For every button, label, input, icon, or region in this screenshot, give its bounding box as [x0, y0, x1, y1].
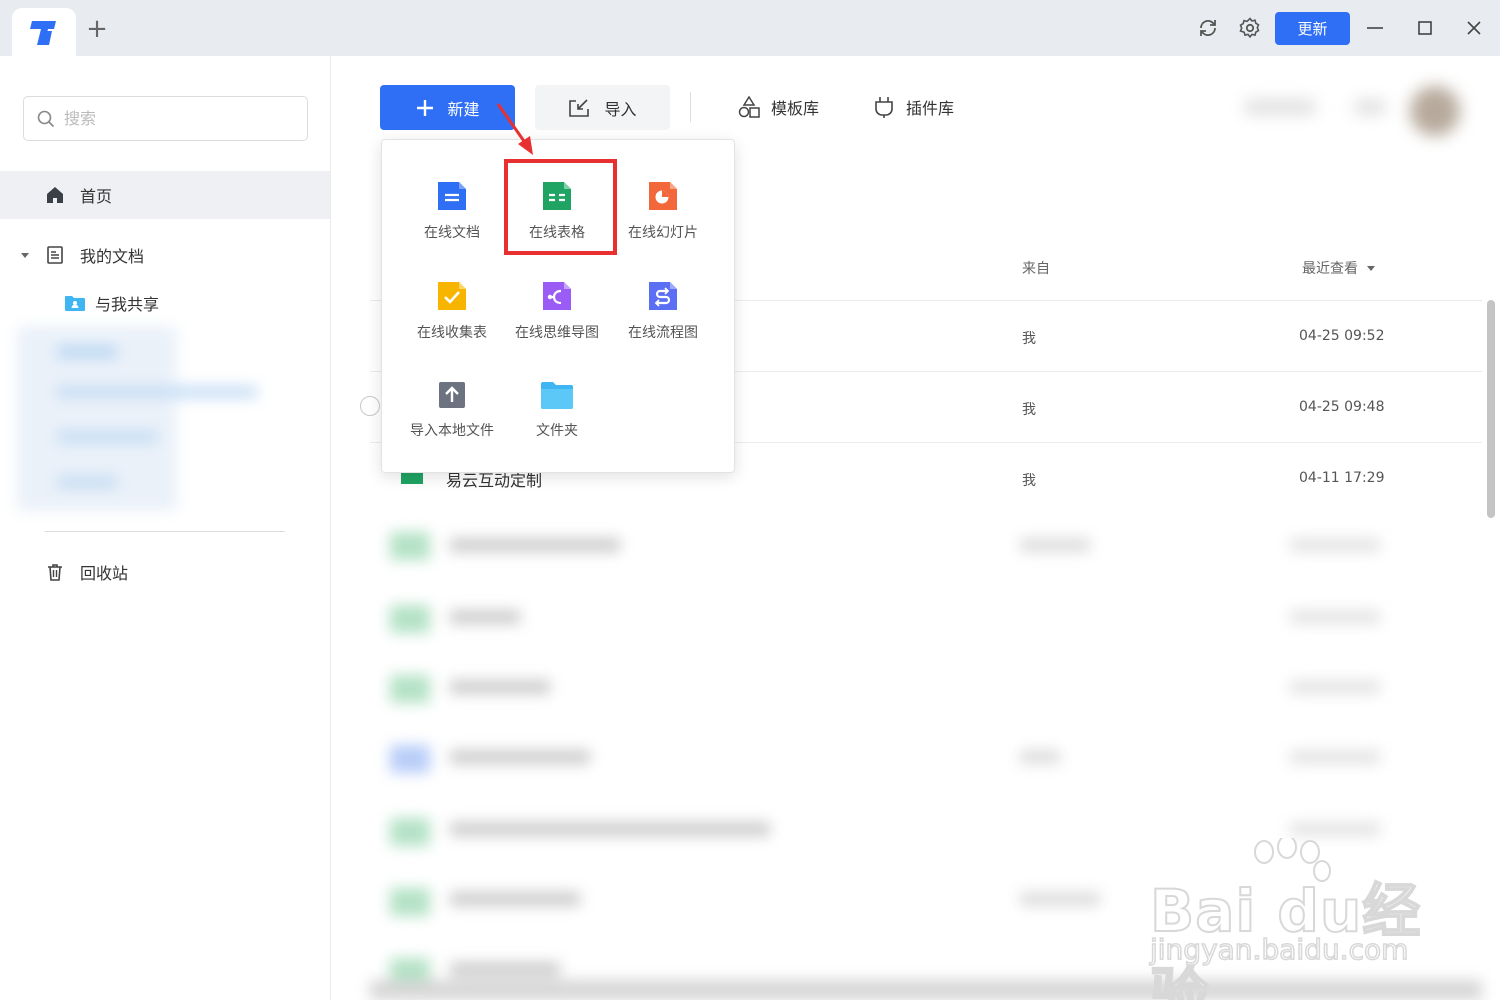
search-box[interactable]	[23, 96, 308, 141]
watermark-brand: Bai du经验	[1149, 876, 1422, 1000]
menu-item-label: 导入本地文件	[410, 423, 494, 439]
sidebar-item-my-docs[interactable]: 我的文档	[19, 243, 144, 267]
sort-down-icon[interactable]	[1366, 263, 1376, 273]
import-icon	[569, 98, 590, 117]
import-button-label: 导入	[604, 99, 637, 119]
menu-item-online-slides[interactable]: 在线幻灯片	[608, 180, 718, 260]
update-button[interactable]: 更新	[1275, 12, 1350, 45]
menu-item-label: 在线幻灯片	[628, 225, 698, 241]
template-shapes-icon	[738, 95, 760, 118]
trash-icon	[48, 564, 62, 581]
slides-icon	[649, 182, 677, 210]
home-icon	[47, 187, 63, 203]
menu-item-online-doc[interactable]: 在线文档	[397, 180, 507, 260]
app-tab[interactable]	[12, 8, 76, 56]
sidebar-divider	[45, 531, 285, 532]
sidebar: 首页 我的文档 与我共享 回收站	[0, 56, 331, 1000]
templates-label: 模板库	[771, 99, 820, 118]
flowchart-icon	[649, 282, 677, 310]
sync-icon[interactable]	[1196, 16, 1220, 40]
document-icon	[47, 246, 63, 264]
close-icon[interactable]	[1462, 16, 1486, 40]
watermark-url: jingyan.baidu.com	[1149, 932, 1409, 967]
chevron-down-icon[interactable]	[19, 249, 31, 261]
search-icon	[37, 110, 55, 128]
menu-item-online-flowchart[interactable]: 在线流程图	[608, 280, 718, 360]
menu-item-label: 在线文档	[424, 225, 480, 241]
row-2-time: 04-25 09:48	[1299, 399, 1385, 415]
plus-icon	[417, 99, 434, 116]
sidebar-item-label: 首页	[80, 187, 113, 206]
menu-item-label: 在线流程图	[628, 325, 698, 341]
import-button[interactable]: 导入	[535, 85, 670, 130]
toolbar-divider	[690, 92, 691, 122]
plugins-label: 插件库	[906, 99, 955, 118]
baidu-watermark: Bai du经验 jingyan.baidu.com	[1149, 838, 1430, 1000]
templates-link[interactable]: 模板库	[737, 95, 819, 119]
blurred-user-area	[1185, 72, 1485, 144]
upload-icon	[439, 382, 465, 408]
column-header-recent-label: 最近查看	[1302, 261, 1358, 277]
row-select-checkbox[interactable]	[360, 396, 380, 416]
row-1-from: 我	[1022, 331, 1036, 347]
sidebar-item-label: 回收站	[80, 564, 129, 583]
app-logo-icon	[30, 21, 56, 45]
row-2-from: 我	[1022, 402, 1036, 418]
settings-icon[interactable]	[1238, 16, 1262, 40]
menu-item-import-local[interactable]: 导入本地文件	[397, 380, 507, 460]
title-bar: + 更新	[0, 0, 1500, 56]
menu-item-label: 在线思维导图	[515, 325, 599, 341]
plug-icon	[875, 97, 893, 118]
menu-item-folder[interactable]: 文件夹	[502, 380, 612, 460]
annotation-arrow-icon	[496, 103, 533, 155]
mindmap-icon	[543, 282, 571, 310]
new-button-label: 新建	[447, 99, 480, 119]
shared-folder-icon	[65, 296, 85, 311]
sidebar-item-home-content[interactable]: 首页	[45, 183, 112, 207]
blurred-folder-list	[17, 326, 317, 511]
menu-item-label: 文件夹	[536, 423, 578, 439]
highlight-box	[504, 159, 617, 255]
column-header-from[interactable]: 来自	[1022, 258, 1050, 278]
minimize-icon[interactable]	[1363, 16, 1387, 40]
form-icon	[438, 282, 466, 310]
sidebar-item-label: 与我共享	[95, 295, 160, 314]
row-1-time: 04-25 09:52	[1299, 328, 1385, 344]
column-header-recent[interactable]: 最近查看	[1302, 258, 1376, 278]
doc-icon	[438, 182, 466, 210]
sidebar-item-label: 我的文档	[80, 247, 145, 266]
menu-item-label: 在线收集表	[417, 325, 487, 341]
folder-icon	[541, 382, 573, 409]
maximize-icon[interactable]	[1413, 16, 1437, 40]
search-input[interactable]	[64, 97, 294, 140]
sidebar-item-trash[interactable]: 回收站	[45, 560, 128, 584]
plugins-link[interactable]: 插件库	[872, 95, 954, 119]
menu-item-online-mindmap[interactable]: 在线思维导图	[502, 280, 612, 360]
menu-item-online-form[interactable]: 在线收集表	[397, 280, 507, 360]
add-tab-icon[interactable]: +	[84, 16, 110, 42]
scrollbar[interactable]	[1487, 300, 1495, 518]
sidebar-item-shared[interactable]: 与我共享	[64, 291, 159, 315]
